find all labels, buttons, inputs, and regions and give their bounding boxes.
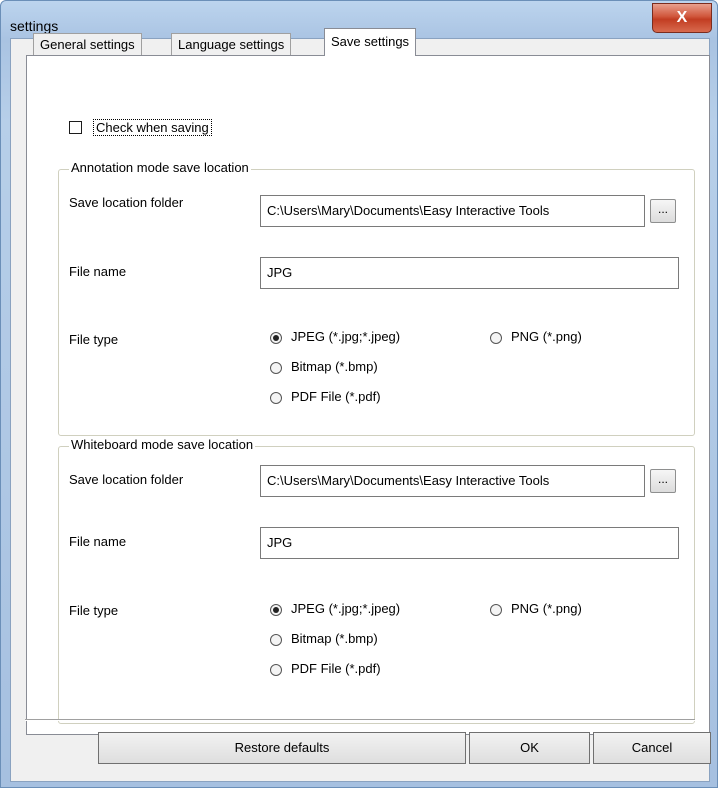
close-button[interactable]: X [652, 3, 712, 33]
whiteboard-jpeg-radio[interactable] [270, 604, 282, 616]
whiteboard-pdf-label[interactable]: PDF File (*.pdf) [291, 661, 381, 676]
ok-button[interactable]: OK [469, 732, 590, 764]
check-when-saving-checkbox[interactable] [69, 121, 82, 134]
whiteboard-filename-field[interactable]: JPG [260, 527, 679, 559]
annotation-filetype-label: File type [69, 332, 119, 347]
settings-window: settings X General settings Language set… [0, 0, 718, 788]
whiteboard-bitmap-radio[interactable] [270, 634, 282, 646]
whiteboard-png-radio[interactable] [490, 604, 502, 616]
tab-general-settings[interactable]: General settings [33, 33, 142, 57]
annotation-pdf-radio[interactable] [270, 392, 282, 404]
whiteboard-filetype-label: File type [69, 603, 119, 618]
window-title: settings [10, 18, 59, 34]
save-settings-panel: Check when saving Annotation mode save l… [26, 55, 710, 735]
annotation-png-radio[interactable] [490, 332, 502, 344]
tab-language-settings[interactable]: Language settings [171, 33, 292, 57]
cancel-button[interactable]: Cancel [593, 732, 711, 764]
whiteboard-folder-label: Save location folder [69, 472, 184, 487]
whiteboard-browse-button[interactable]: ... [650, 469, 676, 493]
annotation-bitmap-label[interactable]: Bitmap (*.bmp) [291, 359, 378, 374]
annotation-browse-button[interactable]: ... [650, 199, 676, 223]
whiteboard-pdf-radio[interactable] [270, 664, 282, 676]
annotation-pdf-label[interactable]: PDF File (*.pdf) [291, 389, 381, 404]
whiteboard-jpeg-label[interactable]: JPEG (*.jpg;*.jpeg) [291, 601, 400, 616]
annotation-folder-label: Save location folder [69, 195, 184, 210]
annotation-folder-field[interactable]: C:\Users\Mary\Documents\Easy Interactive… [260, 195, 645, 227]
whiteboard-png-label[interactable]: PNG (*.png) [511, 601, 582, 616]
restore-defaults-button[interactable]: Restore defaults [98, 732, 466, 764]
annotation-png-label[interactable]: PNG (*.png) [511, 329, 582, 344]
annotation-filename-label: File name [69, 264, 127, 279]
annotation-legend: Annotation mode save location [69, 160, 251, 175]
annotation-jpeg-radio[interactable] [270, 332, 282, 344]
whiteboard-bitmap-label[interactable]: Bitmap (*.bmp) [291, 631, 378, 646]
footer-separator [25, 719, 695, 721]
tab-save-settings[interactable]: Save settings [324, 28, 417, 56]
check-when-saving-label[interactable]: Check when saving [93, 119, 212, 136]
annotation-bitmap-radio[interactable] [270, 362, 282, 374]
whiteboard-filename-label: File name [69, 534, 127, 549]
close-icon: X [676, 9, 688, 26]
whiteboard-legend: Whiteboard mode save location [69, 437, 256, 452]
annotation-filename-field[interactable]: JPG [260, 257, 679, 289]
annotation-jpeg-label[interactable]: JPEG (*.jpg;*.jpeg) [291, 329, 400, 344]
whiteboard-folder-field[interactable]: C:\Users\Mary\Documents\Easy Interactive… [260, 465, 645, 497]
